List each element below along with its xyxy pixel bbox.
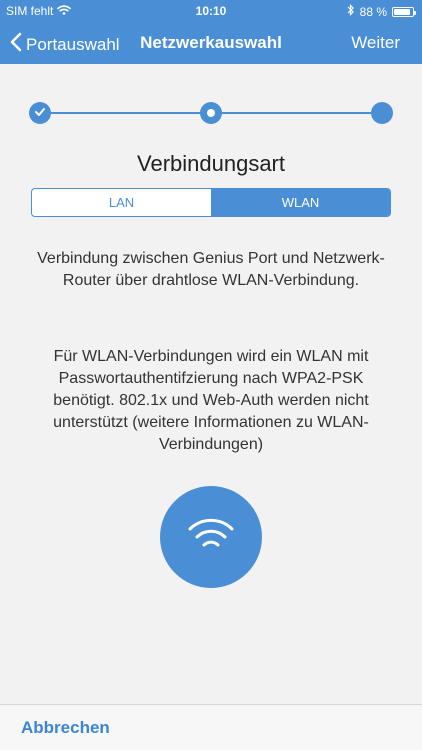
battery-icon [392, 6, 416, 17]
wlan-button[interactable] [160, 486, 262, 588]
back-label: Portauswahl [26, 34, 120, 54]
description-paragraph-2: Für WLAN-Verbindungen wird ein WLAN mit … [53, 348, 369, 453]
battery-percent: 88 % [359, 4, 387, 19]
segment-lan[interactable]: LAN [32, 189, 211, 216]
footer-toolbar: Abbrechen [0, 704, 422, 750]
header: SIM fehlt 10:10 88 % Portauswahl Netzwer… [0, 0, 422, 64]
connection-type-segmented-control: LAN WLAN [31, 188, 391, 217]
description-paragraph-1: Verbindung zwischen Genius Port und Netz… [37, 250, 385, 289]
status-bar: SIM fehlt 10:10 88 % [0, 0, 422, 22]
back-button[interactable]: Portauswahl [10, 32, 120, 57]
cancel-button[interactable]: Abbrechen [21, 718, 110, 738]
wifi-icon [186, 517, 236, 558]
current-step-dot [207, 109, 215, 117]
segment-wlan[interactable]: WLAN [211, 189, 390, 216]
step-3 [371, 102, 393, 124]
section-title: Verbindungsart [137, 151, 285, 176]
next-button[interactable]: Weiter [351, 33, 400, 53]
battery-fill [394, 8, 410, 15]
step-2 [200, 102, 222, 124]
checkmark-icon [34, 104, 46, 122]
chevron-left-icon [10, 32, 22, 57]
status-right: 88 % [347, 4, 416, 19]
step-1 [29, 102, 51, 124]
bluetooth-icon [347, 4, 355, 19]
nav-bar: Portauswahl Netzwerkauswahl Weiter [0, 22, 422, 64]
